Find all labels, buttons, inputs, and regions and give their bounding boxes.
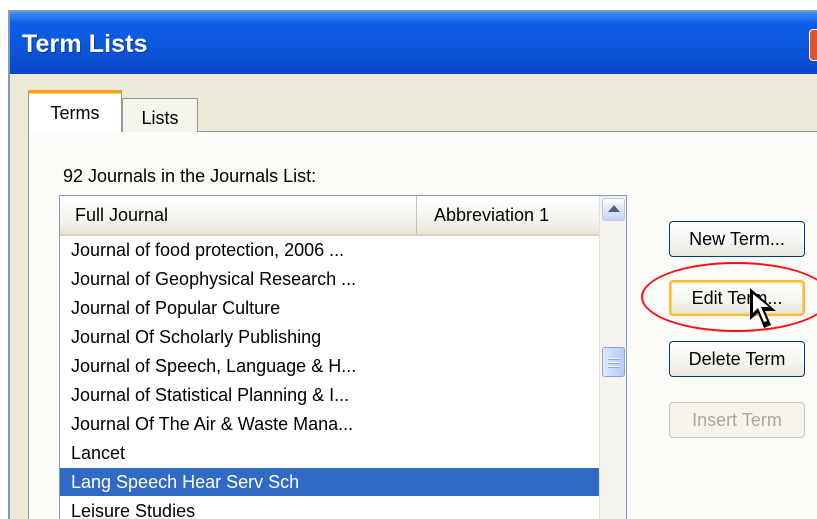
table-row[interactable]: Journal of Statistical Planning & I... <box>60 381 600 409</box>
scroll-up-button[interactable] <box>602 198 625 221</box>
full-journal-cell: Journal Of The Air & Waste Mana... <box>71 414 354 434</box>
journal-count-label: 92 Journals in the Journals List: <box>63 166 317 186</box>
mouse-pointer-icon <box>750 288 776 328</box>
column-header-full-journal[interactable]: Full Journal <box>60 196 417 234</box>
edit-term-highlight-circle <box>641 262 817 332</box>
full-journal-cell: Lang Speech Hear Serv Sch <box>71 472 300 492</box>
title-bar: Term Lists <box>10 12 817 74</box>
vertical-scrollbar[interactable] <box>599 196 626 519</box>
screen: Term Lists Terms Lists 92 Journals in th… <box>0 0 817 519</box>
close-icon[interactable] <box>809 29 817 61</box>
tab-terms[interactable]: Terms <box>28 90 122 132</box>
full-journal-cell: Journal Of Scholarly Publishing <box>71 327 322 347</box>
tab-lists-label: Lists <box>141 108 179 128</box>
table-row[interactable]: Leisure Studies <box>60 497 600 519</box>
table-row[interactable]: Journal of Geophysical Research ... <box>60 265 600 293</box>
full-journal-cell: Journal of Speech, Language & H... <box>71 356 357 376</box>
table-row[interactable]: Journal of Speech, Language & H... <box>60 352 600 380</box>
full-journal-cell: Journal of Geophysical Research ... <box>71 269 357 289</box>
list-header: Full Journal Abbreviation 1 <box>60 196 600 236</box>
terms-tab-panel: 92 Journals in the Journals List: Full J… <box>28 131 817 519</box>
column-label-abbreviation-1: Abbreviation 1 <box>434 205 550 225</box>
table-row[interactable]: Lancet <box>60 439 600 467</box>
tab-lists[interactable]: Lists <box>122 98 198 132</box>
window-title: Term Lists <box>22 30 148 58</box>
insert-term-button[interactable]: Insert Term <box>669 402 805 438</box>
tab-terms-label: Terms <box>50 103 100 123</box>
journal-rows: Journal of food protection, 2006 ... Jou… <box>60 236 600 519</box>
selected-table-row[interactable]: Lang Speech Hear Serv Sch <box>60 468 600 496</box>
table-row[interactable]: Journal of Popular Culture <box>60 294 600 322</box>
table-row[interactable]: Journal Of The Air & Waste Mana... <box>60 410 600 438</box>
thumb-grip-line <box>608 362 620 363</box>
full-journal-cell: Lancet <box>71 443 126 463</box>
table-row[interactable]: Journal of food protection, 2006 ... <box>60 236 600 264</box>
chevron-up-icon <box>608 205 620 212</box>
column-header-abbreviation-1[interactable]: Abbreviation 1 <box>417 196 600 234</box>
term-lists-window: Term Lists Terms Lists 92 Journals in th… <box>8 10 817 519</box>
table-row[interactable]: Journal Of Scholarly Publishing <box>60 323 600 351</box>
thumb-grip-line <box>608 366 620 367</box>
delete-term-button[interactable]: Delete Term <box>669 341 805 377</box>
full-journal-cell: Journal of food protection, 2006 ... <box>71 240 345 260</box>
column-label-full-journal: Full Journal <box>75 205 169 225</box>
new-term-button[interactable]: New Term... <box>669 221 805 257</box>
thumb-grip-line <box>608 358 620 359</box>
full-journal-cell: Journal of Popular Culture <box>71 298 281 318</box>
journal-list-view[interactable]: Full Journal Abbreviation 1 Journal of f… <box>59 195 627 519</box>
full-journal-cell: Leisure Studies <box>71 501 196 519</box>
full-journal-cell: Journal of Statistical Planning & I... <box>71 385 350 405</box>
scrollbar-thumb[interactable] <box>602 347 625 377</box>
